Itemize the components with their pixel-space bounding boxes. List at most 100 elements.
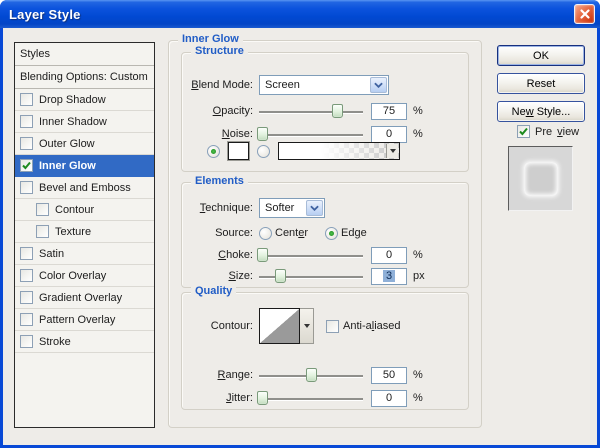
style-checkbox[interactable] xyxy=(20,291,33,304)
chevron-down-icon[interactable] xyxy=(386,144,398,158)
sidebar-item[interactable]: Texture xyxy=(15,221,154,243)
source-edge-radio[interactable] xyxy=(325,227,338,240)
noise-slider-thumb[interactable] xyxy=(257,127,268,141)
jitter-slider[interactable] xyxy=(259,390,363,406)
new-style-button[interactable]: New Style... xyxy=(497,101,585,122)
opacity-label: Opacity: xyxy=(186,105,253,117)
sidebar-item-label: Blending Options: Custom xyxy=(20,71,148,83)
range-slider-thumb[interactable] xyxy=(306,368,317,382)
sidebar-item[interactable]: Contour xyxy=(15,199,154,221)
sidebar-item-label: Bevel and Emboss xyxy=(39,182,131,194)
gradient-radio[interactable] xyxy=(257,145,270,158)
opacity-slider[interactable] xyxy=(259,103,363,119)
sidebar-item[interactable]: Pattern Overlay xyxy=(15,309,154,331)
source-row: Source: Center Edge xyxy=(186,223,367,243)
sidebar-item-label: Styles xyxy=(20,48,50,60)
size-row: Size: 3 px xyxy=(186,266,425,286)
color-swatch[interactable] xyxy=(228,142,249,160)
source-center-radio[interactable] xyxy=(259,227,272,240)
size-label: Size: xyxy=(186,270,253,282)
reset-button[interactable]: Reset xyxy=(497,73,585,94)
preview-checkbox[interactable] xyxy=(517,125,530,138)
glow-color-row xyxy=(207,141,400,161)
size-slider-thumb[interactable] xyxy=(275,269,286,283)
source-center-label: Center xyxy=(275,227,308,239)
style-checkbox[interactable] xyxy=(20,115,33,128)
opacity-input[interactable]: 75 xyxy=(371,103,407,120)
sidebar-item[interactable]: Bevel and Emboss xyxy=(15,177,154,199)
size-input[interactable]: 3 xyxy=(371,268,407,285)
sidebar-item[interactable]: Drop Shadow xyxy=(15,89,154,111)
jitter-input[interactable]: 0 xyxy=(371,390,407,407)
jitter-label: Jitter: xyxy=(186,392,253,404)
opacity-slider-thumb[interactable] xyxy=(332,104,343,118)
sidebar-item[interactable]: Color Overlay xyxy=(15,265,154,287)
noise-slider[interactable] xyxy=(259,126,363,142)
choke-slider-thumb[interactable] xyxy=(257,248,268,262)
style-checkbox[interactable] xyxy=(20,269,33,282)
sidebar-item[interactable]: Inner Glow xyxy=(15,155,154,177)
style-checkbox[interactable] xyxy=(20,137,33,150)
choke-label: Choke: xyxy=(186,249,253,261)
window-title: Layer Style xyxy=(0,7,81,22)
slider-track xyxy=(259,111,363,113)
blend-mode-select[interactable]: Screen xyxy=(259,75,389,95)
range-slider[interactable] xyxy=(259,367,363,383)
styles-list: Styles Blending Options: Custom Drop Sha… xyxy=(14,42,155,428)
style-checkbox[interactable] xyxy=(36,203,49,216)
chevron-down-icon[interactable] xyxy=(300,308,314,344)
style-checkbox[interactable] xyxy=(20,335,33,348)
check-icon xyxy=(22,161,31,170)
sidebar-item-label: Stroke xyxy=(39,336,71,348)
blend-mode-value: Screen xyxy=(265,79,300,91)
contour-thumbnail[interactable] xyxy=(259,308,300,344)
noise-input[interactable]: 0 xyxy=(371,126,407,143)
dialog-body: Styles Blending Options: Custom Drop Sha… xyxy=(3,28,597,445)
technique-select[interactable]: Softer xyxy=(259,198,325,218)
choke-input[interactable]: 0 xyxy=(371,247,407,264)
sidebar-item-styles[interactable]: Styles xyxy=(15,43,154,66)
inner-glow-preview-shape xyxy=(524,162,558,196)
color-radio[interactable] xyxy=(207,145,220,158)
jitter-slider-thumb[interactable] xyxy=(257,391,268,405)
chevron-down-icon[interactable] xyxy=(370,77,387,93)
chevron-down-icon[interactable] xyxy=(306,200,323,216)
elements-legend: Elements xyxy=(191,175,248,187)
size-unit: px xyxy=(413,270,425,282)
style-checkbox[interactable] xyxy=(20,159,33,172)
sidebar-item[interactable]: Stroke xyxy=(15,331,154,353)
sidebar-item-label: Satin xyxy=(39,248,64,260)
antialiased-label: Anti-aliased xyxy=(343,320,401,332)
sidebar-item-label: Inner Glow xyxy=(39,160,96,172)
style-checkbox[interactable] xyxy=(20,247,33,260)
style-checkbox[interactable] xyxy=(20,93,33,106)
source-label: Source: xyxy=(186,227,253,239)
size-slider[interactable] xyxy=(259,268,363,284)
style-checkbox[interactable] xyxy=(20,181,33,194)
title-bar[interactable]: Layer Style xyxy=(0,0,600,28)
close-button[interactable] xyxy=(574,4,595,24)
sidebar-item[interactable]: Satin xyxy=(15,243,154,265)
range-input[interactable]: 50 xyxy=(371,367,407,384)
sidebar-item[interactable]: Gradient Overlay xyxy=(15,287,154,309)
technique-row: Technique: Softer xyxy=(186,198,325,218)
antialiased-checkbox[interactable] xyxy=(326,320,339,333)
structure-legend: Structure xyxy=(191,45,248,57)
ok-button[interactable]: OK xyxy=(497,45,585,66)
choke-slider[interactable] xyxy=(259,247,363,263)
sidebar-item[interactable]: Outer Glow xyxy=(15,133,154,155)
style-checkbox[interactable] xyxy=(20,313,33,326)
sidebar-item[interactable]: Inner Shadow xyxy=(15,111,154,133)
slider-track xyxy=(259,255,363,257)
technique-label: Technique: xyxy=(186,202,253,214)
slider-track xyxy=(259,134,363,136)
style-checkbox[interactable] xyxy=(36,225,49,238)
source-edge-label: Edge xyxy=(341,227,367,239)
sidebar-item-label: Contour xyxy=(55,204,94,216)
gradient-picker[interactable] xyxy=(278,142,400,160)
quality-legend: Quality xyxy=(191,285,236,297)
close-icon xyxy=(579,8,591,20)
range-unit: % xyxy=(413,369,423,381)
sidebar-item-blending-options[interactable]: Blending Options: Custom xyxy=(15,66,154,89)
choke-unit: % xyxy=(413,249,423,261)
